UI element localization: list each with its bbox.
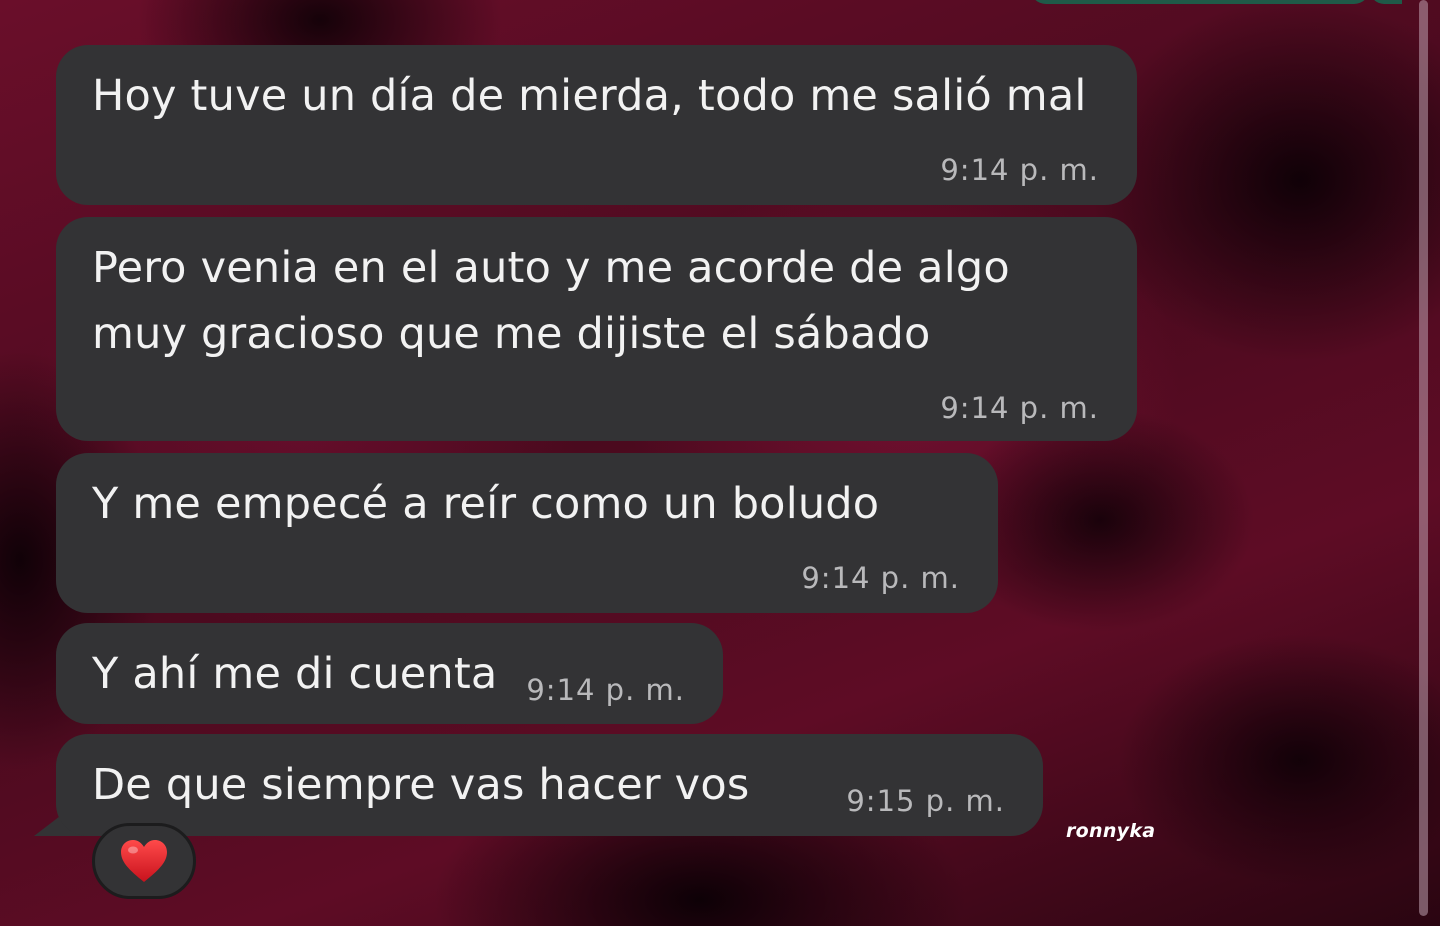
heart-icon bbox=[119, 838, 169, 884]
message-bubble[interactable]: Hoy tuve un día de mierda, todo me salió… bbox=[56, 45, 1137, 205]
message-text: De que siempre vas hacer vos bbox=[92, 760, 750, 810]
message-text: Pero venia en el auto y me acorde de alg… bbox=[92, 243, 1010, 359]
message-bubble[interactable]: Y me empecé a reír como un boludo 9:14 p… bbox=[56, 453, 998, 613]
message-bubble[interactable]: Pero venia en el auto y me acorde de alg… bbox=[56, 217, 1137, 441]
message-time: 9:14 p. m. bbox=[940, 153, 1099, 187]
watermark: ronnyka bbox=[1066, 820, 1156, 842]
chat-scrollbar[interactable] bbox=[1419, 0, 1428, 916]
message-reaction[interactable] bbox=[92, 823, 196, 899]
sent-message-bubble-partial[interactable] bbox=[1030, 0, 1370, 4]
message-text: Y ahí me di cuenta bbox=[92, 649, 498, 699]
message-text: Y me empecé a reír como un boludo bbox=[92, 479, 880, 529]
message-time: 9:14 p. m. bbox=[526, 673, 685, 707]
message-time: 9:14 p. m. bbox=[801, 561, 960, 595]
message-text: Hoy tuve un día de mierda, todo me salió… bbox=[92, 71, 1087, 121]
message-time: 9:14 p. m. bbox=[940, 391, 1099, 425]
message-time: 9:15 p. m. bbox=[846, 784, 1005, 818]
message-bubble[interactable]: Y ahí me di cuenta 9:14 p. m. bbox=[56, 623, 723, 724]
message-bubble[interactable]: De que siempre vas hacer vos 9:15 p. m. bbox=[56, 734, 1043, 836]
